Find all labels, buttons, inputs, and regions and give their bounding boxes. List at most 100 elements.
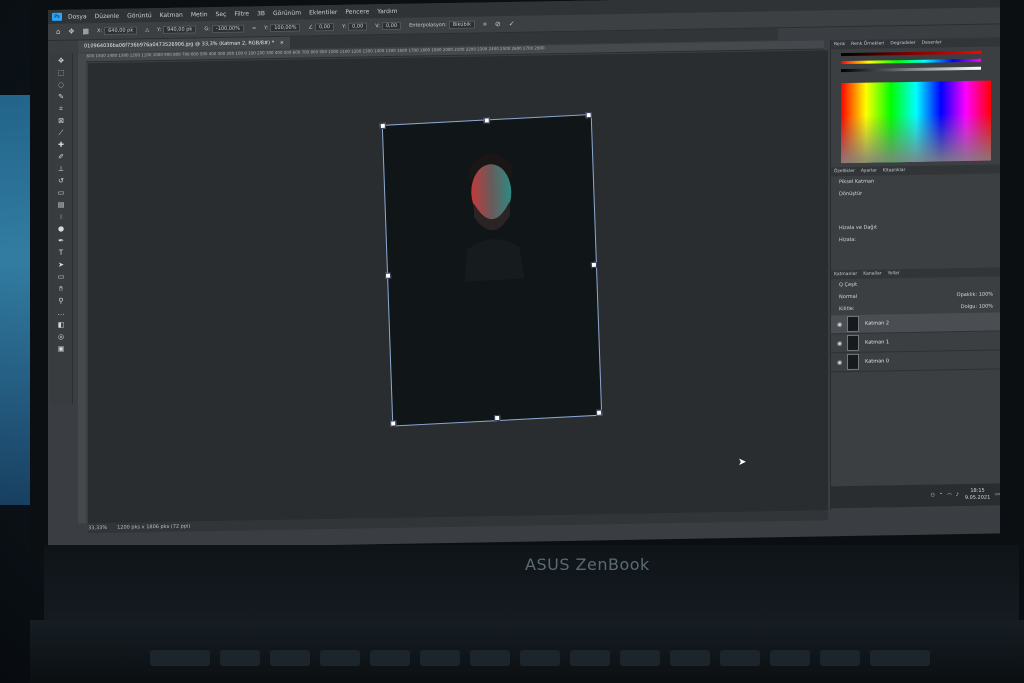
hand-icon[interactable]: ✋︎ [55,285,67,294]
zoom-icon[interactable]: ⚲ [55,297,67,306]
shape-icon[interactable]: ▭ [55,273,67,282]
clock[interactable]: 18:15 9.05.2021 [965,488,990,502]
keyboard-key [150,650,210,666]
menu-plugins[interactable]: Eklentiler [309,8,337,15]
eye-icon[interactable]: ◉ [837,321,843,328]
color-swatch-icon[interactable]: ◧ [55,321,67,330]
tab-swatches[interactable]: Renk Örnekleri [851,41,884,47]
keyboard-key [620,650,660,666]
dodge-icon[interactable]: ● [55,225,67,234]
home-icon[interactable]: ⌂ [56,28,60,36]
move-icon[interactable]: ✥ [55,57,67,66]
tab-color[interactable]: Renk [834,42,845,47]
x-field[interactable]: X: 640,00 pk [97,26,138,36]
cancel-icon[interactable]: ⊘ [495,20,501,28]
color-spectrum[interactable] [841,80,991,164]
menu-select[interactable]: Seç [216,10,227,17]
tab-libraries[interactable]: Kitaplıklar [883,168,906,173]
height-field[interactable]: Y: 100,00% [264,23,301,33]
keyboard-key [670,650,710,666]
layer-row[interactable]: ◉ Katman 0 [831,350,1000,373]
warp-icon[interactable]: ⌗ [483,20,487,29]
menu-view[interactable]: Görünüm [273,9,301,16]
tab-adjustments[interactable]: Ayarlar [861,169,877,174]
screen-mode-icon[interactable]: ▣ [55,345,67,354]
reference-point-icon[interactable]: ▦ [82,27,89,35]
eraser-icon[interactable]: ▭ [55,189,67,198]
healing-icon[interactable]: ✚ [55,141,67,150]
commit-icon[interactable]: ✓ [509,20,515,28]
link-icon[interactable]: ∞ [252,25,256,31]
tab-channels[interactable]: Kanallar [863,271,881,276]
marquee-icon[interactable]: ⬚ [55,69,67,78]
tab-properties[interactable]: Özellikler [834,169,855,174]
type-icon[interactable]: T [55,249,67,258]
blur-icon[interactable]: 💧︎ [55,213,67,222]
transform-handle-mr[interactable] [590,261,598,269]
history-brush-icon[interactable]: ↺ [55,177,67,186]
mouse-cursor-icon: ➤ [738,456,747,468]
opacity-field[interactable]: Opaklık: 100% [957,292,993,299]
transform-handle-tr[interactable] [585,111,592,119]
transform-handle-br[interactable] [596,409,603,416]
eye-icon[interactable]: ◉ [837,359,843,366]
people-icon[interactable]: ⚇ [931,493,935,499]
menu-file[interactable]: Dosya [68,13,87,20]
transform-handle-ml[interactable] [384,272,392,279]
menu-image[interactable]: Görüntü [127,12,152,19]
keyboard-key [470,650,510,666]
keyboard-key [520,650,560,666]
transform-handle-tl[interactable] [379,122,386,130]
eye-icon[interactable]: ◉ [837,340,843,347]
quick-mask-icon[interactable]: ◎ [55,333,67,342]
lasso-icon[interactable]: ◌ [55,81,67,90]
layer-thumbnail [847,315,859,333]
interpolation-select[interactable]: Enterpolasyon: Bikübik [409,20,475,30]
crop-icon[interactable]: ⌗ [55,105,67,114]
blend-mode-select[interactable]: Normal [839,294,857,300]
menu-help[interactable]: Yardım [377,7,397,14]
portrait-image [464,153,525,282]
document-image[interactable] [379,111,603,427]
pen-icon[interactable]: ✒ [55,237,67,246]
menu-3d[interactable]: 3B [257,10,265,17]
width-field[interactable]: G: -100,00% [204,24,244,34]
stamp-icon[interactable]: ⊥ [55,165,67,174]
gradient-icon[interactable]: ▤ [55,201,67,210]
menu-window[interactable]: Pencere [345,8,369,15]
menu-layer[interactable]: Katman [160,11,183,18]
move-tool-icon[interactable]: ✥ [68,28,74,36]
tab-patterns[interactable]: Desenler [922,40,942,45]
quick-select-icon[interactable]: ✎ [55,93,67,102]
angle-field[interactable]: ∠ 0,00 [308,23,335,32]
y-field[interactable]: Y: 940,00 pk [157,25,197,34]
chevron-up-icon[interactable]: ⌃ [939,492,943,498]
menu-type[interactable]: Metin [191,11,208,18]
frame-icon[interactable]: ⊠ [55,117,67,126]
tab-layers[interactable]: Katmanlar [834,272,857,277]
menu-edit[interactable]: Düzenle [95,12,119,19]
wifi-icon[interactable]: ◠ [947,492,951,498]
more-tools-icon[interactable]: … [55,309,67,318]
transform-handle-bc[interactable] [494,414,501,422]
volume-icon[interactable]: ♪ [956,492,959,498]
laptop: Ps Dosya Düzenle Görüntü Katman Metin Se… [30,0,1024,683]
eyedropper-icon[interactable]: ⟋ [55,129,67,138]
delta-icon: △ [145,27,150,34]
brush-icon[interactable]: ✐ [55,153,67,162]
close-icon[interactable]: × [280,40,284,46]
tab-paths[interactable]: Yollar [888,271,900,276]
canvas-area[interactable]: ➤ [88,50,828,524]
notification-icon[interactable]: ▭ [995,491,1000,497]
path-select-icon[interactable]: ➤ [55,261,67,270]
zoom-level[interactable]: 33,33% [88,525,107,531]
color-sliders[interactable] [831,46,1000,79]
tab-gradients[interactable]: Degradeler [890,41,915,46]
menu-filter[interactable]: Filtre [234,10,249,17]
fill-field[interactable]: Dolgu: 100% [961,304,993,311]
hskew-field[interactable]: Y: 0,00 [342,22,368,31]
transform-handle-tc[interactable] [483,117,490,124]
transform-handle-bl[interactable] [390,420,397,427]
keyboard-key [270,650,310,666]
vskew-field[interactable]: V: 0,00 [375,21,402,31]
